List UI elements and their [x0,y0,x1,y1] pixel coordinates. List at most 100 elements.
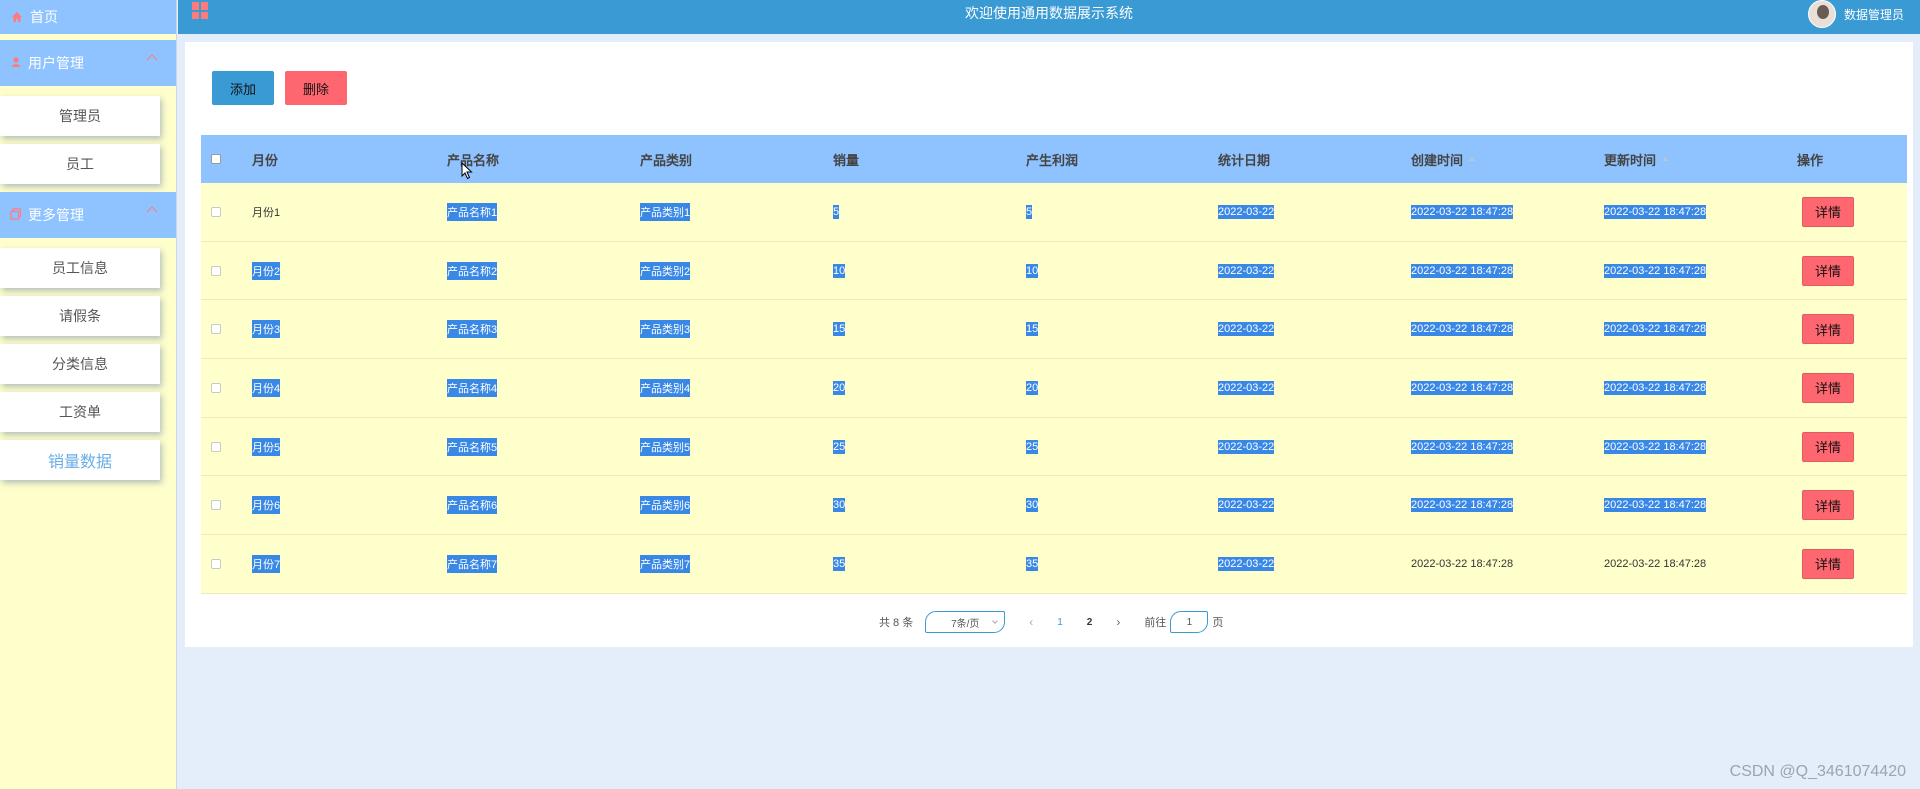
created-time-cell: 2022-03-22 18:47:28 [1411,204,1604,219]
sidebar-item-sales-data[interactable]: 销量数据 [0,440,160,480]
product-category-cell-text: 产品类别3 [640,320,691,339]
goto-page-input[interactable]: 1 [1170,611,1209,633]
goto-suffix: 页 [1212,617,1224,629]
month-cell: 月份5 [252,437,447,456]
stat-date-cell-text: 2022-03-22 [1218,204,1275,219]
row-checkbox[interactable] [211,324,221,335]
month-cell-text: 月份2 [252,261,281,280]
created-time-cell: 2022-03-22 18:47:28 [1411,263,1604,278]
product-name-cell: 产品名称2 [447,261,640,280]
profit-cell: 20 [1026,380,1218,395]
sidebar-item-category-info[interactable]: 分类信息 [0,344,160,384]
row-checkbox[interactable] [211,558,221,569]
column-header: 产生利润 [1026,152,1079,168]
created-time-cell: 2022-03-22 18:47:28 [1411,498,1604,513]
column-header: 月份 [252,152,279,168]
row-checkbox[interactable] [211,441,221,452]
chevron-down-icon [992,618,999,624]
next-page-icon[interactable]: › [1116,615,1120,629]
table-row[interactable]: 月份3 产品名称3 产品类别3 15 15 2022-03-22 2022-03-22 18… [201,300,1907,360]
detail-button[interactable]: 详情 [1802,314,1854,345]
copy-icon [10,207,22,223]
sidebar-item-leave-request[interactable]: 请假条 [0,296,160,336]
row-checkbox[interactable] [211,382,221,393]
user-menu[interactable]: 数据管理员 [1807,0,1904,28]
detail-button[interactable]: 详情 [1802,490,1854,521]
stat-date-cell-text: 2022-03-22 [1218,322,1275,337]
quantity-cell: 10 [833,263,1026,278]
quantity-cell: 5 [833,204,1026,219]
avatar [1807,0,1836,28]
menu-group-more-management[interactable]: 更多管理 [0,192,176,238]
detail-button[interactable]: 详情 [1802,196,1854,227]
sidebar: 首页 用户管理 管理员 员工 更多管理 员工信息 请假条 分类信息 工资单 销量… [0,0,177,789]
content-panel: 添加 删除 月份 产品名称 产品类别 销量 产生利润 统计日期 创建时间 更新时… [185,42,1913,647]
column-header-sortable[interactable]: 更新时间 [1604,150,1797,169]
column-header: 操作 [1797,152,1824,168]
table-row[interactable]: 月份5 产品名称5 产品类别5 25 25 2022-03-22 2022-03-22 18… [201,417,1907,477]
product-name-cell: 产品名称1 [447,202,640,221]
product-category-cell-text: 产品类别4 [640,378,691,397]
row-checkbox[interactable] [211,206,221,217]
watermark: CSDN @Q_3461074420 [1729,763,1906,780]
stat-date-cell: 2022-03-22 [1218,439,1411,454]
menu-group-user-management[interactable]: 用户管理 [0,40,176,86]
month-cell-text: 月份5 [252,437,281,456]
add-button[interactable]: 添加 [212,71,274,105]
created-time-cell: 2022-03-22 18:47:28 [1411,322,1604,337]
page-number[interactable]: 1 [1057,617,1063,628]
month-cell: 月份4 [252,378,447,397]
delete-button[interactable]: 删除 [285,71,347,105]
sidebar-item-staff[interactable]: 员工 [0,144,160,184]
sidebar-item-admin[interactable]: 管理员 [0,96,160,136]
product-name-cell-text: 产品名称5 [447,437,498,456]
quantity-cell: 30 [833,498,1026,513]
quantity-cell-text: 30 [833,498,846,513]
goto-label: 前往 [1144,617,1167,629]
detail-button[interactable]: 详情 [1802,431,1854,462]
product-name-cell-text: 产品名称6 [447,496,498,515]
updated-time-cell-text: 2022-03-22 18:47:28 [1604,498,1707,513]
detail-button[interactable]: 详情 [1802,255,1854,286]
page-title: 欢迎使用通用数据展示系统 [965,5,1133,21]
sidebar-item-employee-info[interactable]: 员工信息 [0,248,160,288]
table-row[interactable]: 月份7 产品名称7 产品类别7 35 35 2022-03-22 2022-03-22 18… [201,535,1907,594]
select-all-checkbox[interactable] [211,154,221,164]
table-row[interactable]: 月份6 产品名称6 产品类别6 30 30 2022-03-22 2022-03-22 18… [201,476,1907,536]
sort-icon[interactable] [1469,157,1476,161]
updated-time-cell: 2022-03-22 18:47:28 [1604,558,1797,570]
created-time-cell-text: 2022-03-22 18:47:28 [1411,322,1514,337]
page-number[interactable]: 2 [1087,617,1093,628]
mouse-cursor-icon [461,162,473,180]
stat-date-cell-text: 2022-03-22 [1218,498,1275,513]
stat-date-cell: 2022-03-22 [1218,322,1411,337]
stat-date-cell: 2022-03-22 [1218,380,1411,395]
product-category-cell: 产品类别5 [640,437,833,456]
sort-icon[interactable] [1662,157,1669,161]
product-category-cell: 产品类别2 [640,261,833,280]
profit-cell-text: 10 [1026,263,1039,278]
product-name-cell-text: 产品名称2 [447,261,498,280]
table-row[interactable]: 月份1 产品名称1 产品类别1 5 5 2022-03-22 2022-03-22 18:4… [201,183,1907,242]
profit-cell-text: 20 [1026,380,1039,395]
updated-time-cell-text: 2022-03-22 18:47:28 [1604,263,1707,278]
stat-date-cell: 2022-03-22 [1218,556,1411,571]
row-checkbox[interactable] [211,265,221,276]
table-row[interactable]: 月份2 产品名称2 产品类别2 10 10 2022-03-22 2022-03-22 18… [201,241,1907,301]
stat-date-cell-text: 2022-03-22 [1218,439,1275,454]
month-cell: 月份2 [252,261,447,280]
detail-button[interactable]: 详情 [1802,548,1854,579]
row-checkbox[interactable] [211,500,221,511]
table-header: 月份 产品名称 产品类别 销量 产生利润 统计日期 创建时间 更新时间 操作 [201,135,1907,183]
updated-time-cell: 2022-03-22 18:47:28 [1604,204,1797,219]
sidebar-item-payroll[interactable]: 工资单 [0,392,160,432]
detail-button[interactable]: 详情 [1802,372,1854,403]
month-cell-text: 月份3 [252,320,281,339]
page-size-select[interactable]: 7条/页 [925,611,1006,633]
sidebar-item-home[interactable]: 首页 [0,0,176,34]
profit-cell-text: 35 [1026,556,1039,571]
prev-page-icon[interactable]: ‹ [1029,615,1033,629]
table-row[interactable]: 月份4 产品名称4 产品类别4 20 20 2022-03-22 2022-03-22 18… [201,359,1907,418]
column-header-sortable[interactable]: 创建时间 [1411,150,1604,169]
total-count: 共 8 条 [879,617,914,629]
